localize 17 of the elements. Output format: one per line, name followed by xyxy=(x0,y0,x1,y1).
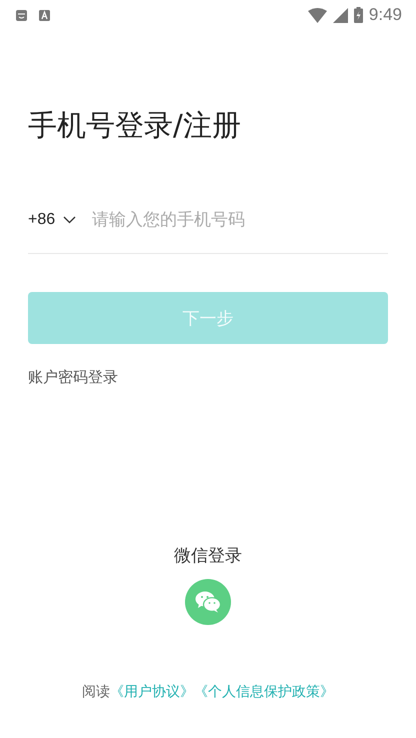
wifi-icon xyxy=(308,8,327,22)
clock: 9:49 xyxy=(368,5,402,25)
agreement-text: 阅读 xyxy=(82,683,110,701)
wechat-login-button[interactable] xyxy=(185,579,231,625)
page-title: 手机号登录/注册 xyxy=(28,107,242,144)
wechat-login-label: 微信登录 xyxy=(174,545,242,567)
password-login-link[interactable]: 账户密码登录 xyxy=(28,368,118,387)
notification-icon xyxy=(16,10,27,20)
signal-icon xyxy=(332,8,348,22)
agreement-link[interactable]: 《用户协议》 xyxy=(110,683,194,701)
country-code-selector[interactable]: +86 xyxy=(28,210,76,228)
phone-number-field[interactable]: 请输入您的手机号码 xyxy=(90,208,388,230)
app-notification-icon xyxy=(39,10,50,20)
chevron-down-icon xyxy=(63,216,76,224)
agreement-link[interactable]: 《个人信息保护政策》 xyxy=(194,683,334,701)
battery-icon xyxy=(354,7,363,23)
chat-bubbles-icon xyxy=(195,591,221,613)
